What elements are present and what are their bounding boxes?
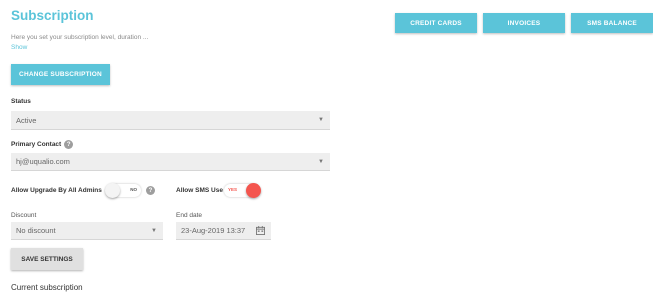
end-date-value: 23-Aug-2019 13:37 (181, 226, 246, 235)
status-value: Active (16, 115, 37, 125)
invoices-button[interactable]: INVOICES (483, 13, 565, 33)
toggle-knob (246, 183, 261, 198)
page-title: Subscription (11, 8, 94, 23)
primary-contact-select[interactable]: hj@uqualio.com ▼ (11, 153, 330, 171)
toggle-knob (105, 183, 120, 198)
end-date-input[interactable]: 23-Aug-2019 13:37 (176, 222, 271, 240)
allow-sms-toggle-group: YES (224, 183, 261, 198)
change-subscription-button[interactable]: CHANGE SUBSCRIPTION (11, 64, 110, 85)
help-icon[interactable]: ? (146, 186, 155, 195)
primary-contact-label: Primary Contact (11, 141, 62, 148)
caret-down-icon: ▼ (318, 158, 324, 165)
allow-sms-label: Allow SMS Use (176, 187, 223, 194)
end-date-label: End date (176, 212, 203, 219)
caret-down-icon: ▼ (151, 227, 157, 234)
credit-cards-button[interactable]: CREDIT CARDS (395, 13, 477, 33)
toggle-state-text: YES (228, 187, 238, 192)
allow-upgrade-toggle-group: NO ? (105, 183, 155, 198)
discount-select[interactable]: No discount ▼ (11, 222, 163, 240)
caret-down-icon: ▼ (318, 117, 324, 123)
calendar-icon[interactable] (256, 226, 265, 235)
primary-contact-value: hj@uqualio.com (16, 157, 70, 166)
help-icon[interactable]: ? (64, 140, 74, 149)
status-label: Status (11, 98, 31, 105)
save-settings-button[interactable]: SAVE SETTINGS (11, 248, 83, 270)
discount-value: No discount (16, 226, 56, 235)
allow-upgrade-toggle[interactable]: NO (105, 183, 141, 198)
status-select[interactable]: Active ▼ (11, 111, 330, 130)
page-description: Here you set your subscription level, du… (11, 34, 149, 41)
discount-label: Discount (11, 212, 37, 219)
current-subscription-heading: Current subscription (11, 283, 83, 292)
toggle-state-text: NO (130, 187, 137, 192)
allow-upgrade-label: Allow Upgrade By All Admins (11, 187, 102, 194)
show-link[interactable]: Show (11, 44, 27, 51)
allow-sms-toggle[interactable]: YES (224, 183, 261, 198)
sms-balance-button[interactable]: SMS BALANCE (571, 13, 653, 33)
primary-contact-label-row: Primary Contact ? (11, 140, 74, 149)
